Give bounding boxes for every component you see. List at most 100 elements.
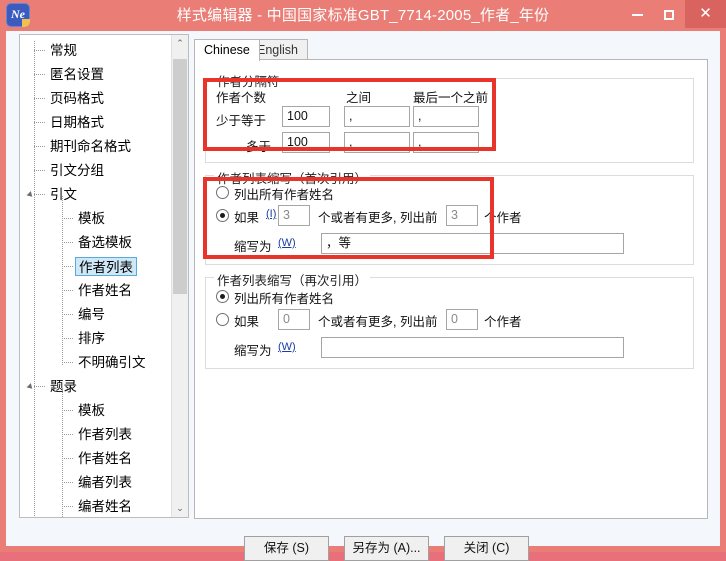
save-button[interactable]: 保存 (S) [244, 536, 329, 561]
repeat-if-count-input[interactable]: 0 [278, 309, 310, 330]
style-section-tree[interactable]: 常规 匿名设置 页码格式 日期格式 期刊命名格式 引文分组 引文 模板 备选模板 作者列表 作者姓名… [19, 34, 189, 518]
tree-item-19[interactable]: 编者姓名 [20, 494, 172, 517]
less-equal-before-last-input[interactable]: , [413, 106, 479, 127]
title-bar: Ne 样式编辑器 - 中国国家标准GBT_7714-2005_作者_年份 ✕ [0, 0, 726, 31]
col-header-between: 之间 [346, 91, 372, 105]
more-than-count-input[interactable]: 100 [282, 132, 330, 153]
first-if-count-input[interactable]: 3 [278, 205, 310, 226]
first-middle-label: 个或者有更多, 列出前 [318, 211, 438, 225]
row-label-less-or-equal: 少于等于 [216, 114, 267, 128]
close-window-button[interactable]: ✕ [685, 0, 726, 28]
tree-item-7[interactable]: 模板 [20, 206, 172, 230]
tree-item-label: 备选模板 [78, 234, 132, 250]
tree-item-16[interactable]: 作者列表 [20, 422, 172, 446]
tree-item-14[interactable]: 题录 [20, 374, 172, 398]
tree-item-label: 引文 [50, 186, 77, 202]
repeat-after-label: 个作者 [484, 315, 522, 329]
less-equal-count-input[interactable]: 100 [282, 106, 330, 127]
repeat-if-label: 如果 [234, 315, 260, 329]
expander-icon[interactable] [26, 383, 35, 391]
repeat-middle-label: 个或者有更多, 列出前 [318, 315, 438, 329]
first-if-label: 如果 [234, 211, 260, 225]
tree-item-label: 排序 [78, 330, 105, 346]
tree-item-5[interactable]: 引文分组 [20, 158, 172, 182]
tree-item-label: 编者姓名 [78, 498, 132, 514]
row-label-more-than: 多于 [246, 140, 272, 154]
tree-item-4[interactable]: 期刊命名格式 [20, 134, 172, 158]
tree-item-label: 模板 [78, 210, 105, 226]
close-button[interactable]: 关闭 (C) [444, 536, 529, 561]
tree-item-label: 期刊命名格式 [50, 138, 131, 154]
repeat-abbrev-input[interactable] [321, 337, 624, 358]
tree-item-label: 页码格式 [50, 90, 104, 106]
col-header-before-last: 最后一个之前 [413, 91, 489, 105]
maximize-button[interactable] [653, 0, 685, 28]
first-list-all-label: 列出所有作者姓名 [234, 188, 335, 202]
tree-item-label: 作者列表 [75, 256, 137, 276]
more-than-before-last-input[interactable]: , [413, 132, 479, 153]
tree-item-0[interactable]: 常规 [20, 38, 172, 62]
repeat-citation-abbrev-group: 作者列表缩写（再次引用） 列出所有作者姓名 如果 0 个或者有更多, 列出前 0… [205, 270, 694, 369]
tree-item-label: 引文分组 [50, 162, 104, 178]
scroll-up-icon[interactable]: ⌃ [172, 35, 188, 52]
settings-content: Chinese English 作者分隔符 作者个数 之间 最后一个之前 少于等… [194, 39, 708, 519]
tree-item-12[interactable]: 排序 [20, 326, 172, 350]
style-editor-window: Ne 样式编辑器 - 中国国家标准GBT_7714-2005_作者_年份 ✕ 常… [0, 0, 726, 561]
tree-item-label: 模板 [78, 402, 105, 418]
tree-item-label: 日期格式 [50, 114, 104, 130]
col-header-author-count: 作者个数 [216, 91, 267, 105]
repeat-if-radio[interactable] [216, 313, 229, 326]
repeat-citation-group-title: 作者列表缩写（再次引用） [214, 270, 371, 289]
tree-item-label: 不明确引文 [78, 354, 146, 370]
language-tabs: Chinese English [194, 39, 708, 61]
repeat-list-all-label: 列出所有作者姓名 [234, 292, 335, 306]
repeat-abbrev-label: 缩写为 [234, 344, 272, 358]
tree-item-6[interactable]: 引文 [20, 182, 172, 206]
first-abbrev-input[interactable]: ，等 [321, 233, 624, 254]
tree-item-15[interactable]: 模板 [20, 398, 172, 422]
repeat-show-count-input[interactable]: 0 [446, 309, 478, 330]
tree-item-8[interactable]: 备选模板 [20, 230, 172, 254]
tree-item-label: 编号 [78, 306, 105, 322]
dialog-client-area: 常规 匿名设置 页码格式 日期格式 期刊命名格式 引文分组 引文 模板 备选模板 作者列表 作者姓名… [6, 31, 720, 561]
tree-item-label: 作者姓名 [78, 282, 132, 298]
tree-item-2[interactable]: 页码格式 [20, 86, 172, 110]
first-abbrev-label: 缩写为 [234, 240, 272, 254]
tree-item-17[interactable]: 作者姓名 [20, 446, 172, 470]
minimize-button[interactable] [621, 0, 653, 28]
repeat-list-all-radio[interactable] [216, 290, 229, 303]
save-as-button[interactable]: 另存为 (A)... [344, 536, 429, 561]
close-icon: ✕ [699, 5, 712, 22]
tree-item-1[interactable]: 匿名设置 [20, 62, 172, 86]
tree-item-label: 编者列表 [78, 474, 132, 490]
more-than-between-input[interactable]: , [344, 132, 410, 153]
author-separator-group: 作者分隔符 作者个数 之间 最后一个之前 少于等于 100 , , 多于 100… [205, 71, 694, 163]
repeat-abbrev-mnemonic: (W) [278, 341, 296, 353]
first-after-label: 个作者 [484, 211, 522, 225]
less-equal-between-input[interactable]: , [344, 106, 410, 127]
tree-item-11[interactable]: 编号 [20, 302, 172, 326]
first-abbrev-mnemonic: (W) [278, 237, 296, 249]
scroll-down-icon[interactable]: ⌄ [172, 500, 188, 517]
tree-item-13[interactable]: 不明确引文 [20, 350, 172, 374]
tree-item-label: 常规 [50, 42, 77, 58]
first-if-radio[interactable] [216, 209, 229, 222]
scrollbar-thumb[interactable] [173, 59, 187, 294]
tree-item-label: 匿名设置 [50, 66, 104, 82]
first-citation-abbrev-group: 作者列表缩写（首次引用） 列出所有作者姓名 如果 (I) 3 个或者有更多, 列… [205, 168, 694, 265]
tab-page-chinese: 作者分隔符 作者个数 之间 最后一个之前 少于等于 100 , , 多于 100… [194, 59, 708, 519]
tree-item-18[interactable]: 编者列表 [20, 470, 172, 494]
tree-item-9[interactable]: 作者列表 [20, 254, 172, 278]
tab-chinese[interactable]: Chinese [194, 39, 260, 61]
tree-scrollbar[interactable]: ⌃ ⌄ [171, 35, 188, 517]
window-title: 样式编辑器 - 中国国家标准GBT_7714-2005_作者_年份 [176, 7, 550, 24]
tree-item-label: 题录 [50, 378, 77, 394]
tree-item-label: 作者姓名 [78, 450, 132, 466]
first-if-mnemonic: (I) [266, 208, 277, 220]
expander-icon[interactable] [26, 191, 35, 199]
first-show-count-input[interactable]: 3 [446, 205, 478, 226]
tree-item-3[interactable]: 日期格式 [20, 110, 172, 134]
tree-items-container: 常规 匿名设置 页码格式 日期格式 期刊命名格式 引文分组 引文 模板 备选模板 作者列表 作者姓名… [20, 35, 172, 517]
tree-item-10[interactable]: 作者姓名 [20, 278, 172, 302]
first-list-all-radio[interactable] [216, 186, 229, 199]
